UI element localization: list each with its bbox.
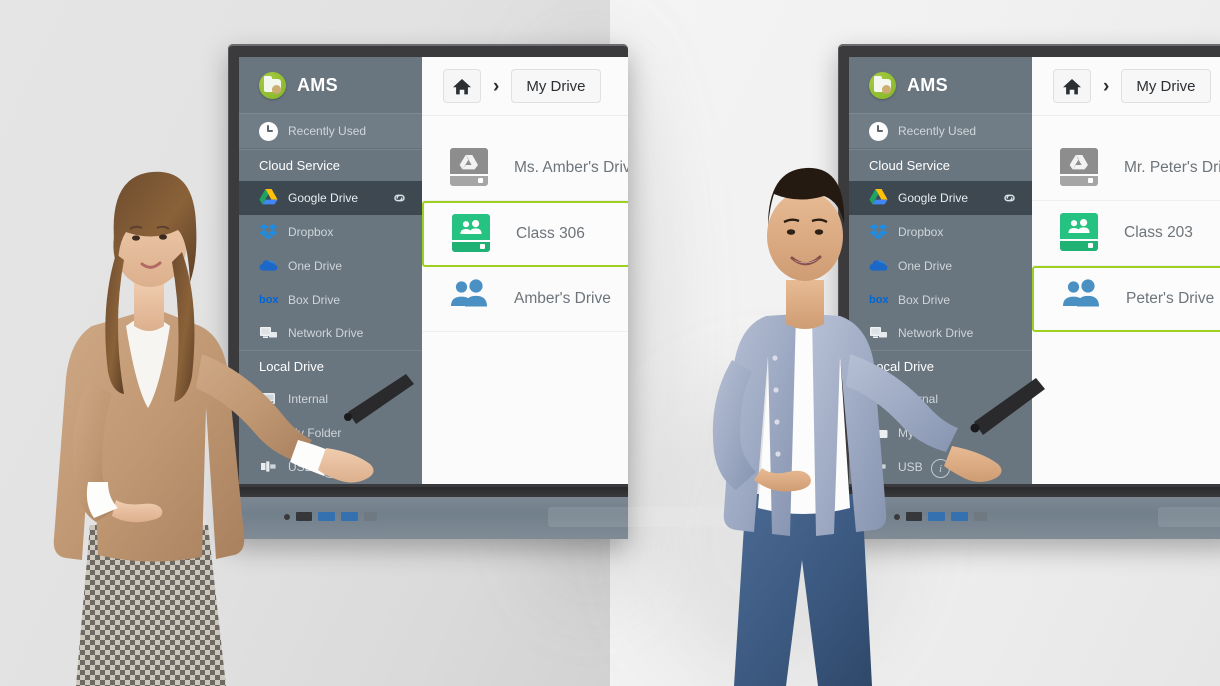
- scene-root: AMS Recently Used Cloud Service Google Driv…: [0, 0, 1220, 686]
- google-drive-disk-icon: [450, 148, 490, 188]
- home-button[interactable]: [443, 69, 481, 103]
- app-title: AMS: [297, 74, 338, 95]
- app-title: AMS: [907, 74, 948, 95]
- person-presenter-man: [712, 167, 1045, 686]
- google-drive-glyph: [1069, 155, 1088, 170]
- breadcrumb: › My Drive: [422, 57, 628, 116]
- file-name: Class 203: [1124, 224, 1193, 241]
- people-icon: [450, 279, 490, 319]
- file-name: Ms. Amber's Drive: [514, 159, 628, 176]
- file-name: Amber's Drive: [514, 290, 611, 307]
- google-drive-glyph: [459, 155, 478, 170]
- content-pane: › My Drive Ms. Amber's Drive Class 306 Amber…: [422, 57, 628, 484]
- file-row[interactable]: Class 306: [422, 201, 628, 267]
- home-icon: [1063, 78, 1081, 94]
- google-drive-disk-icon: [450, 148, 488, 186]
- people-glyph: [1068, 219, 1090, 233]
- breadcrumb: › My Drive: [1032, 57, 1220, 116]
- person-presenter-woman: [53, 171, 414, 686]
- breadcrumb-my-drive[interactable]: My Drive: [511, 69, 601, 103]
- speaker-grille: [1158, 507, 1220, 527]
- people-icon: [451, 279, 487, 307]
- file-name: Class 306: [516, 225, 585, 242]
- file-name: Peter's Drive: [1126, 290, 1215, 307]
- breadcrumb-my-drive[interactable]: My Drive: [1121, 69, 1211, 103]
- ams-folder-touch-icon: [869, 71, 896, 99]
- shared-class-drive-icon: [452, 214, 490, 252]
- people-glyph: [460, 220, 482, 234]
- file-list: Ms. Amber's Drive Class 306 Amber's Drive: [422, 116, 628, 484]
- app-brand: AMS: [849, 57, 1032, 113]
- file-row[interactable]: Amber's Drive: [422, 267, 628, 332]
- home-button[interactable]: [1053, 69, 1091, 103]
- shared-class-drive-icon: [452, 214, 492, 254]
- ams-folder-touch-icon: [259, 71, 286, 99]
- people-icon: [1062, 279, 1102, 319]
- home-icon: [453, 78, 471, 94]
- file-name: Mr. Peter's Drive: [1124, 159, 1220, 176]
- file-row[interactable]: Ms. Amber's Drive: [422, 136, 628, 201]
- breadcrumb-separator: ›: [1103, 75, 1110, 97]
- app-brand: AMS: [239, 57, 422, 113]
- breadcrumb-separator: ›: [493, 75, 500, 97]
